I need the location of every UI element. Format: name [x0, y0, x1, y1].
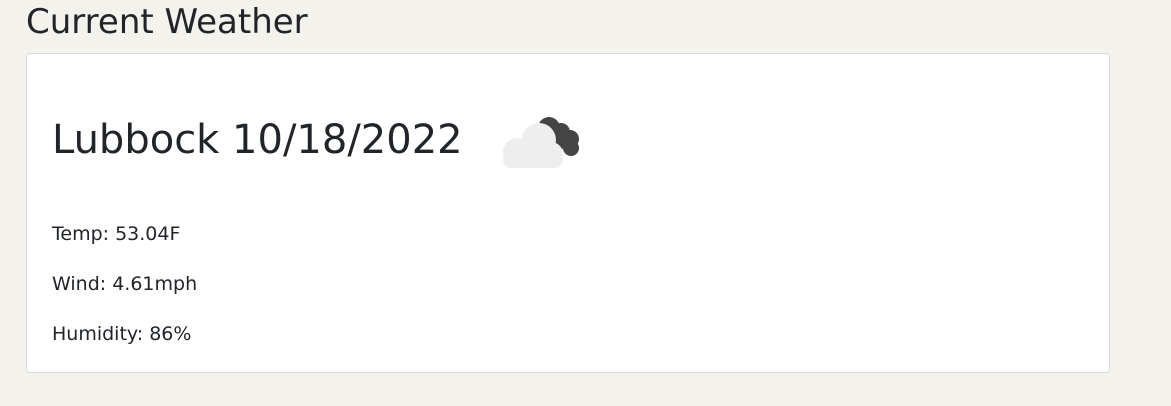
- weather-heading-row: Lubbock 10/18/2022: [52, 110, 583, 170]
- humidity-value: Humidity: 86%: [52, 323, 192, 345]
- current-weather-title: Current Weather: [26, 2, 308, 42]
- city-date-heading: Lubbock 10/18/2022: [52, 117, 463, 163]
- current-weather-card: Lubbock 10/18/2022 Temp: 53.04F Wind: 4.…: [26, 53, 1110, 373]
- wind-speed-value: Wind: 4.61mph: [52, 273, 198, 295]
- temperature-value: Temp: 53.04F: [52, 223, 181, 245]
- cloudy-night-icon: [502, 117, 579, 168]
